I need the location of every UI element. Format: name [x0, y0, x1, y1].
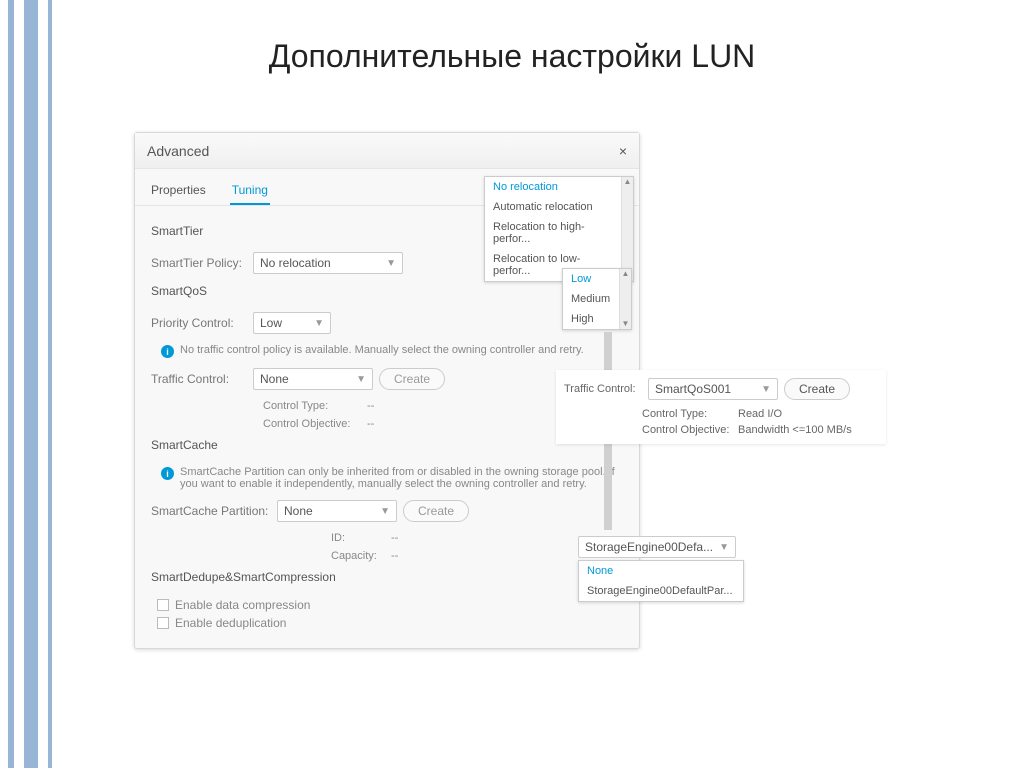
compression-label: Enable data compression — [175, 598, 310, 612]
priority-dropdown[interactable]: Low Medium High ▲ ▼ — [562, 268, 632, 330]
control-objective-label: Control Objective: — [263, 418, 367, 430]
smarttier-dropdown[interactable]: No relocation Automatic relocation Reloc… — [484, 176, 634, 282]
priority-control-select[interactable]: Low ▼ — [253, 312, 331, 334]
traffic2-obj-value: Bandwidth <=100 MB/s — [738, 424, 852, 436]
deduplication-label: Enable deduplication — [175, 616, 286, 630]
cache-partition-panel: StorageEngine00Defa... ▼ — [578, 536, 736, 558]
chevron-down-icon: ▼ — [761, 384, 771, 395]
dropdown-option[interactable]: None — [579, 561, 743, 581]
traffic-control-panel: Traffic Control: SmartQoS001 ▼ Create Co… — [556, 370, 886, 444]
dropdown-option[interactable]: StorageEngine00DefaultPar... — [579, 581, 743, 601]
chevron-down-icon: ▼ — [386, 258, 396, 269]
chevron-down-icon: ▼ — [314, 318, 324, 329]
scroll-down-icon[interactable]: ▼ — [620, 319, 631, 329]
dropdown-option[interactable]: Automatic relocation — [485, 197, 621, 217]
cache2-dropdown[interactable]: None StorageEngine00DefaultPar... — [578, 560, 744, 602]
priority-control-label: Priority Control: — [151, 316, 247, 330]
info-icon: i — [161, 345, 174, 358]
cache2-select[interactable]: StorageEngine00Defa... ▼ — [578, 536, 736, 558]
dropdown-option[interactable]: No relocation — [485, 177, 621, 197]
control-type-value: -- — [367, 400, 374, 412]
cache-capacity-value: -- — [391, 550, 398, 562]
divider — [604, 444, 612, 530]
tab-properties[interactable]: Properties — [149, 179, 208, 205]
scroll-up-icon[interactable]: ▲ — [620, 269, 631, 279]
dialog-header: Advanced × — [135, 133, 639, 169]
cache-info: i SmartCache Partition can only be inher… — [151, 466, 623, 490]
compression-checkbox[interactable] — [157, 599, 169, 611]
cache-partition-label: SmartCache Partition: — [151, 504, 271, 518]
smarttier-policy-select[interactable]: No relocation ▼ — [253, 252, 403, 274]
traffic-control-select[interactable]: None ▼ — [253, 368, 373, 390]
scrollbar[interactable]: ▲ ▼ — [621, 177, 633, 281]
dropdown-option[interactable]: High — [563, 309, 619, 329]
deduplication-checkbox[interactable] — [157, 617, 169, 629]
traffic2-type-label: Control Type: — [642, 408, 738, 420]
cache-id-value: -- — [391, 532, 398, 544]
dropdown-option[interactable]: Relocation to high-perfor... — [485, 217, 621, 249]
slide-title: Дополнительные настройки LUN — [0, 38, 1024, 75]
dropdown-option[interactable]: Medium — [563, 289, 619, 309]
chevron-down-icon: ▼ — [356, 374, 366, 385]
traffic2-create-button[interactable]: Create — [784, 378, 850, 400]
info-icon: i — [161, 467, 174, 480]
section-dedupe: SmartDedupe&SmartCompression — [151, 570, 623, 584]
qos-info: i No traffic control policy is available… — [151, 344, 623, 358]
control-objective-value: -- — [367, 418, 374, 430]
smarttier-policy-label: SmartTier Policy: — [151, 256, 247, 270]
traffic2-obj-label: Control Objective: — [642, 424, 738, 436]
cache-partition-select[interactable]: None ▼ — [277, 500, 397, 522]
close-icon[interactable]: × — [619, 143, 627, 159]
chevron-down-icon: ▼ — [719, 542, 729, 553]
traffic2-label: Traffic Control: — [564, 383, 642, 395]
section-smartcache: SmartCache — [151, 438, 623, 452]
scrollbar[interactable]: ▲ ▼ — [619, 269, 631, 329]
dialog-title: Advanced — [147, 143, 209, 159]
chevron-down-icon: ▼ — [380, 506, 390, 517]
scroll-up-icon[interactable]: ▲ — [622, 177, 633, 187]
create-traffic-button[interactable]: Create — [379, 368, 445, 390]
tab-tuning[interactable]: Tuning — [230, 179, 270, 205]
traffic2-type-value: Read I/O — [738, 408, 782, 420]
traffic2-select[interactable]: SmartQoS001 ▼ — [648, 378, 778, 400]
cache-id-label: ID: — [331, 532, 391, 544]
create-cache-button[interactable]: Create — [403, 500, 469, 522]
cache-capacity-label: Capacity: — [331, 550, 391, 562]
decorative-stripes — [0, 0, 60, 768]
traffic-control-label: Traffic Control: — [151, 372, 247, 386]
dropdown-option[interactable]: Low — [563, 269, 619, 289]
control-type-label: Control Type: — [263, 400, 367, 412]
section-smartqos: SmartQoS — [151, 284, 623, 298]
